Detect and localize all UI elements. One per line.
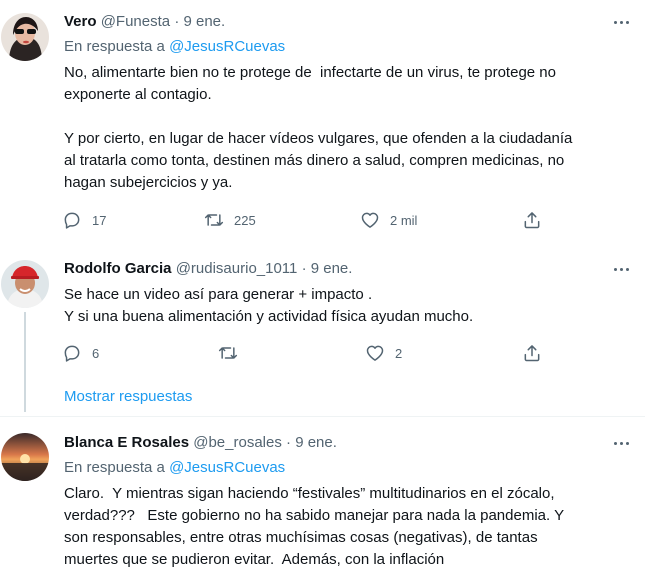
like-count: 2 mil	[390, 212, 418, 228]
replying-to: En respuesta a @JesusRCuevas	[64, 458, 285, 478]
like-button[interactable]: 2 mil	[360, 208, 417, 232]
reply-prefix: En respuesta a	[64, 38, 165, 55]
username[interactable]: @rudisaurio_1011	[176, 260, 298, 277]
tweet-text: No, alimentarte bien no te protege de in…	[64, 64, 573, 191]
share-icon	[522, 343, 542, 363]
share-icon	[522, 210, 542, 230]
like-button[interactable]: 2	[365, 341, 402, 365]
reply-button[interactable]: 17	[62, 208, 106, 232]
tweet-text: Se hace un video así para generar + impa…	[64, 286, 474, 325]
retweet-button[interactable]: 225	[204, 208, 256, 232]
more-icon[interactable]	[609, 12, 633, 32]
thread-line	[24, 312, 26, 412]
reply-count: 17	[92, 212, 107, 228]
display-name[interactable]: Blanca E Rosales	[64, 434, 189, 451]
tweet-header: Vero @Funesta · 9 ene.	[64, 12, 225, 32]
timestamp[interactable]: 9 ene.	[295, 434, 337, 451]
like-icon	[365, 343, 385, 363]
reply-icon	[62, 343, 82, 363]
share-button[interactable]	[522, 208, 542, 232]
share-button[interactable]	[522, 341, 542, 365]
show-replies-link[interactable]: Mostrar respuestas	[64, 387, 192, 407]
reply-mention-link[interactable]: @JesusRCuevas	[169, 38, 285, 55]
retweet-count: 225	[234, 212, 256, 228]
retweet-icon	[204, 210, 224, 230]
replying-to: En respuesta a @JesusRCuevas	[64, 37, 285, 57]
timestamp[interactable]: 9 ene.	[183, 13, 225, 30]
reply-count: 6	[92, 345, 100, 361]
separator-dot: ·	[174, 13, 180, 30]
display-name[interactable]: Rodolfo Garcia	[64, 260, 172, 277]
more-icon[interactable]	[609, 259, 633, 279]
tweet-actions: 6 2	[62, 341, 582, 365]
retweet-button[interactable]	[218, 341, 238, 365]
avatar[interactable]	[1, 433, 49, 481]
tweet-header: Blanca E Rosales @be_rosales · 9 ene.	[64, 433, 337, 453]
reply-prefix: En respuesta a	[64, 459, 165, 476]
avatar[interactable]	[1, 260, 49, 308]
avatar[interactable]	[1, 13, 49, 61]
like-count: 2	[395, 345, 403, 361]
like-icon	[360, 210, 380, 230]
reply-icon	[62, 210, 82, 230]
display-name[interactable]: Vero	[64, 13, 97, 30]
reply-mention-link[interactable]: @JesusRCuevas	[169, 459, 285, 476]
separator-dot: ·	[301, 260, 307, 277]
tweet[interactable]: Vero @Funesta · 9 ene. En respuesta a @J…	[0, 0, 645, 255]
retweet-icon	[218, 343, 238, 363]
tweet-text: Claro. Y mientras sigan haciendo “festiv…	[64, 485, 565, 568]
separator-dot: ·	[286, 434, 292, 451]
timestamp[interactable]: 9 ene.	[311, 260, 353, 277]
tweet-header: Rodolfo Garcia @rudisaurio_1011 · 9 ene.	[64, 259, 352, 279]
username[interactable]: @be_rosales	[193, 434, 282, 451]
reply-button[interactable]: 6	[62, 341, 99, 365]
username[interactable]: @Funesta	[101, 13, 170, 30]
more-icon[interactable]	[609, 433, 633, 453]
tweet[interactable]: Blanca E Rosales @be_rosales · 9 ene. En…	[0, 417, 645, 586]
tweet-actions: 17 225 2 mil	[62, 208, 582, 232]
